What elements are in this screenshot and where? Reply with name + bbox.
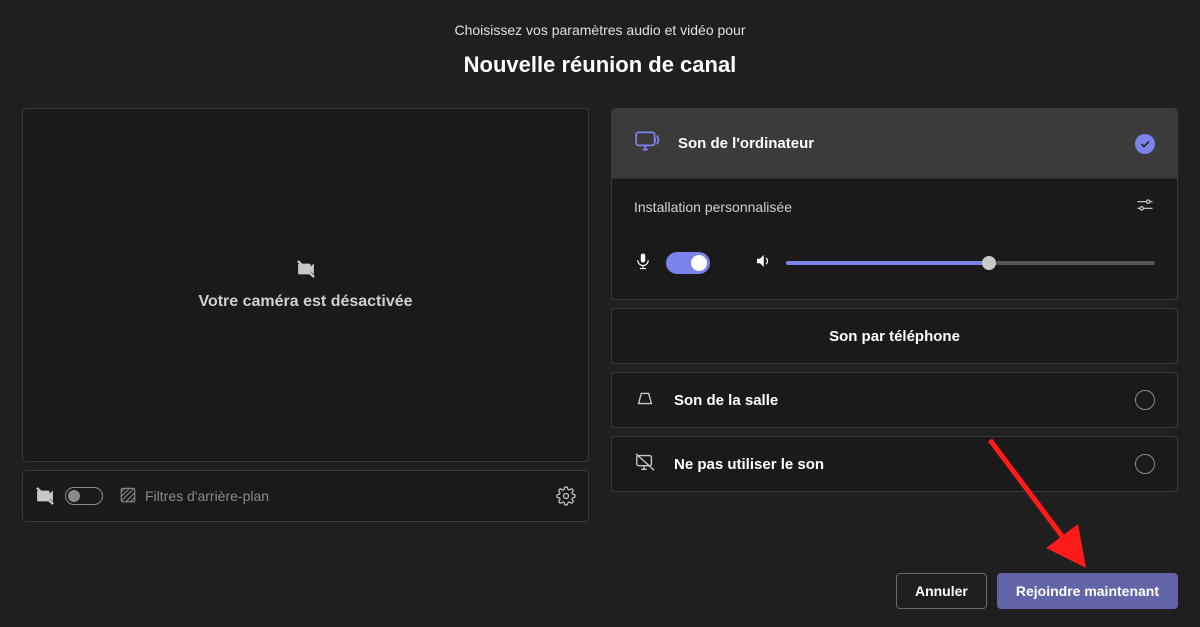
background-effects-icon [119,486,137,507]
audio-computer-label: Son de l'ordinateur [678,135,814,152]
microphone-icon [634,252,652,275]
room-icon [634,387,656,414]
audio-phone-label: Son par téléphone [829,328,960,345]
video-preview: Votre caméra est désactivée [22,108,589,462]
sliders-icon [1135,195,1155,220]
no-audio-icon [634,451,656,478]
radio-unchecked-icon [1135,454,1155,474]
audio-room-option[interactable]: Son de la salle [611,372,1178,428]
radio-unchecked-icon [1135,390,1155,410]
camera-icon [35,486,55,506]
cancel-button[interactable]: Annuler [896,573,987,609]
header-subtitle: Choisissez vos paramètres audio et vidéo… [0,22,1200,38]
audio-room-label: Son de la salle [674,392,778,409]
header-title: Nouvelle réunion de canal [0,52,1200,78]
computer-audio-icon [634,128,660,159]
background-filters-button[interactable]: Filtres d'arrière-plan [113,482,275,511]
camera-off-icon [296,259,316,279]
camera-off-message: Votre caméra est désactivée [198,293,412,311]
background-filters-label: Filtres d'arrière-plan [145,488,269,504]
audio-phone-option: Son par téléphone [611,308,1178,364]
audio-computer-card[interactable]: Son de l'ordinateur Installation personn… [611,108,1178,300]
video-toolbar: Filtres d'arrière-plan [22,470,589,522]
join-now-button[interactable]: Rejoindre maintenant [997,573,1178,609]
custom-setup-button[interactable]: Installation personnalisée [612,179,1177,235]
gear-icon[interactable] [556,486,576,506]
audio-none-option[interactable]: Ne pas utiliser le son [611,436,1178,492]
speaker-icon [754,252,772,275]
audio-none-label: Ne pas utiliser le son [674,456,824,473]
check-icon [1135,134,1155,154]
microphone-toggle[interactable] [666,252,710,274]
custom-setup-label: Installation personnalisée [634,199,792,215]
volume-slider[interactable] [786,261,1155,265]
camera-toggle[interactable] [65,487,103,505]
